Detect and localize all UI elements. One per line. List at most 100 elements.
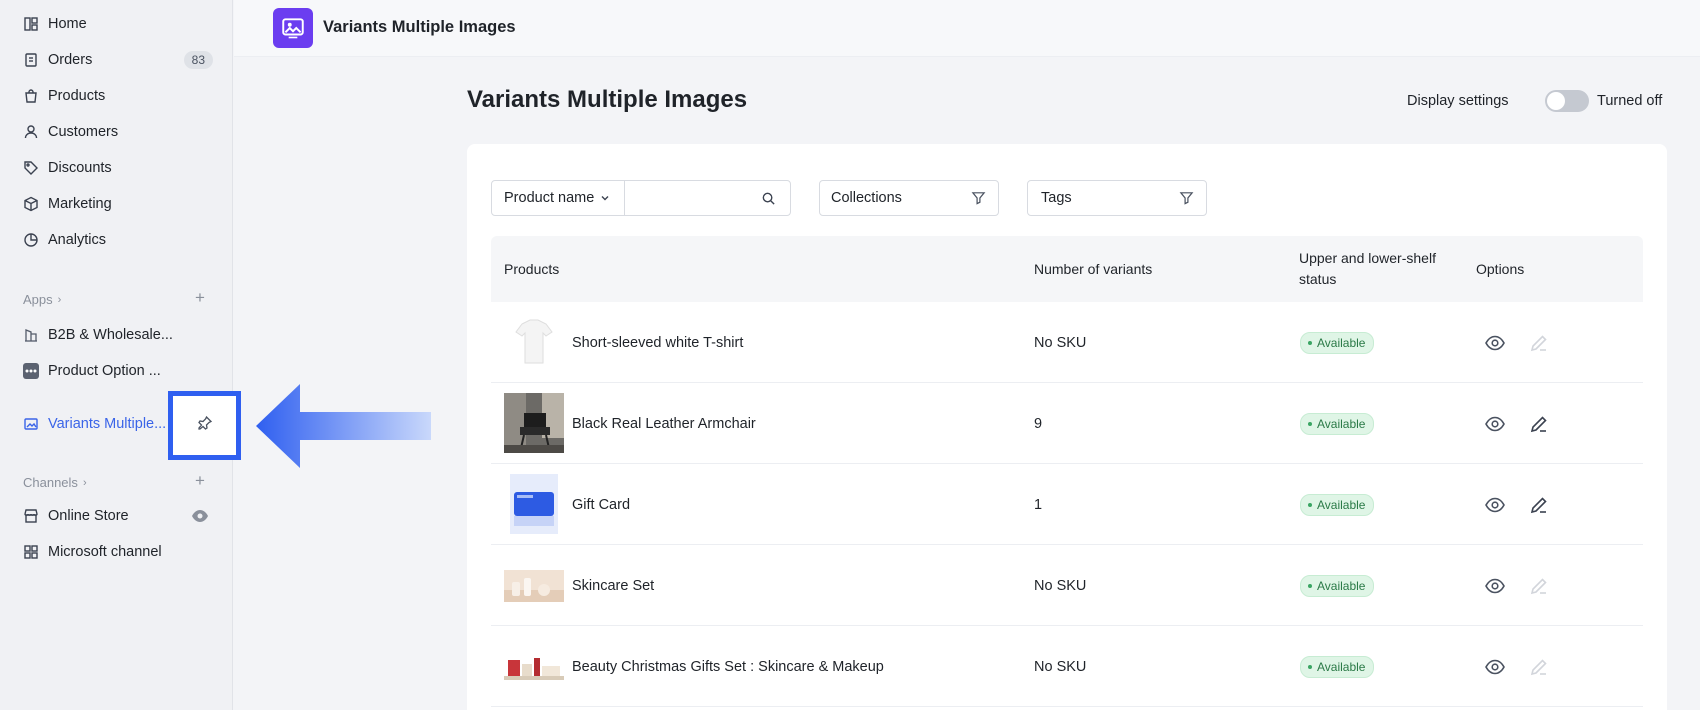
sidebar-item-label: Variants Multiple...	[48, 416, 167, 432]
channels-section-label[interactable]: Channels ›	[23, 475, 87, 490]
bag-icon	[23, 88, 39, 104]
add-channel-icon[interactable]: +	[195, 471, 205, 491]
apps-section-label[interactable]: Apps ›	[23, 292, 61, 307]
sidebar-app-b2b-wholesale[interactable]: B2B & Wholesale...	[0, 319, 233, 351]
eye-icon[interactable]	[191, 508, 209, 524]
view-button[interactable]	[1484, 464, 1506, 545]
sidebar-channel-microsoft[interactable]: Microsoft channel	[0, 536, 233, 568]
header-shelf-status: Upper and lower-shelf status	[1299, 250, 1436, 287]
app-header-title: Variants Multiple Images	[323, 18, 516, 36]
app-logo-icon	[273, 8, 313, 48]
display-settings-label: Display settings	[1407, 93, 1509, 109]
variant-count: 9	[1034, 415, 1043, 432]
sidebar-item-label: Discounts	[48, 160, 112, 176]
edit-button[interactable]	[1528, 464, 1550, 545]
product-name[interactable]: Gift Card	[572, 464, 630, 545]
sidebar-item-label: Orders	[48, 52, 93, 68]
chevron-down-icon	[600, 193, 610, 203]
edit-icon	[1528, 656, 1550, 678]
product-thumbnail	[504, 314, 564, 371]
table-row[interactable]: Gift Card 1 Available	[491, 464, 1643, 545]
view-button[interactable]	[1484, 302, 1506, 383]
product-thumbnail	[504, 654, 564, 680]
chevron-right-icon: ›	[82, 476, 87, 489]
edit-icon	[1528, 413, 1550, 435]
product-search-group: Product name	[491, 180, 791, 216]
chevron-right-icon: ›	[57, 293, 62, 306]
status-badge: Available	[1300, 574, 1375, 597]
collections-filter[interactable]: Collections	[819, 180, 999, 216]
filter-icon	[1179, 190, 1194, 205]
edit-icon	[1528, 332, 1550, 354]
sidebar-item-label: Marketing	[48, 196, 112, 212]
sidebar-item-marketing[interactable]: Marketing	[0, 188, 233, 220]
product-name[interactable]: Black Real Leather Armchair	[572, 383, 756, 464]
table-row[interactable]: Skincare Set No SKU Available	[491, 545, 1643, 626]
toggle-knob	[1547, 92, 1565, 110]
pin-app-button[interactable]	[168, 391, 241, 460]
filter-icon	[971, 190, 986, 205]
product-name-dropdown[interactable]: Product name	[492, 181, 624, 215]
product-thumbnail	[504, 570, 564, 602]
sidebar-item-orders[interactable]: Orders 83	[0, 44, 233, 76]
microsoft-channel-icon	[23, 544, 39, 560]
search-icon[interactable]	[761, 191, 776, 206]
pin-icon	[197, 415, 213, 436]
table-header: Products Number of variants Upper and lo…	[491, 236, 1643, 302]
person-icon	[23, 124, 39, 140]
view-button[interactable]	[1484, 626, 1506, 707]
app-header: Variants Multiple Images	[234, 0, 1700, 57]
b2b-app-icon	[23, 327, 39, 343]
display-settings-toggle[interactable]	[1545, 90, 1589, 112]
variants-images-app-icon	[23, 416, 39, 432]
sidebar-item-label: Online Store	[48, 508, 129, 524]
product-name[interactable]: Short-sleeved white T-shirt	[572, 302, 743, 383]
edit-button-disabled	[1528, 302, 1550, 383]
table-row[interactable]: Short-sleeved white T-shirt No SKU Avail…	[491, 302, 1643, 383]
sidebar-item-label: Home	[48, 16, 87, 32]
sidebar-item-customers[interactable]: Customers	[0, 116, 233, 148]
product-thumbnail	[504, 393, 564, 453]
status-badge: Available	[1300, 331, 1375, 354]
edit-icon	[1528, 494, 1550, 516]
product-search-input[interactable]	[625, 182, 755, 214]
table-row[interactable]: Beauty Christmas Gifts Set : Skincare & …	[491, 626, 1643, 707]
edit-button[interactable]	[1528, 383, 1550, 464]
sidebar-item-discounts[interactable]: Discounts	[0, 152, 233, 184]
header-products: Products	[504, 260, 560, 277]
product-name[interactable]: Beauty Christmas Gifts Set : Skincare & …	[572, 626, 884, 707]
sidebar-item-label: Customers	[48, 124, 119, 140]
cube-icon	[23, 196, 39, 212]
tags-filter[interactable]: Tags	[1027, 180, 1207, 216]
view-button[interactable]	[1484, 545, 1506, 626]
tag-icon	[23, 160, 39, 176]
sidebar-item-analytics[interactable]: Analytics	[0, 224, 233, 256]
product-name[interactable]: Skincare Set	[572, 545, 654, 626]
home-icon	[23, 16, 39, 32]
variant-count: 1	[1034, 496, 1043, 513]
product-thumbnail	[504, 474, 564, 534]
variant-count: No SKU	[1034, 658, 1087, 675]
page-title: Variants Multiple Images	[467, 86, 748, 113]
status-badge: Available	[1300, 493, 1375, 516]
eye-icon	[1484, 575, 1506, 597]
variant-count: No SKU	[1034, 577, 1087, 594]
sidebar-app-product-option[interactable]: Product Option ...	[0, 355, 233, 387]
add-app-icon[interactable]: +	[195, 288, 205, 308]
eye-icon	[1484, 332, 1506, 354]
status-badge: Available	[1300, 412, 1375, 435]
annotation-arrow-icon	[256, 384, 431, 468]
sidebar-item-products[interactable]: Products	[0, 80, 233, 112]
sidebar-item-label: Analytics	[48, 232, 107, 248]
eye-icon	[1484, 494, 1506, 516]
sidebar-item-home[interactable]: Home	[0, 8, 233, 40]
view-button[interactable]	[1484, 383, 1506, 464]
variant-count: No SKU	[1034, 334, 1087, 351]
sidebar-item-label: Microsoft channel	[48, 544, 162, 560]
eye-icon	[1484, 656, 1506, 678]
sidebar-item-label: Product Option ...	[48, 363, 161, 379]
eye-icon	[1484, 413, 1506, 435]
edit-button-disabled	[1528, 545, 1550, 626]
sidebar: Home Orders 83 Products Customers Discou…	[0, 0, 233, 710]
table-row[interactable]: Black Real Leather Armchair 9 Available	[491, 383, 1643, 464]
